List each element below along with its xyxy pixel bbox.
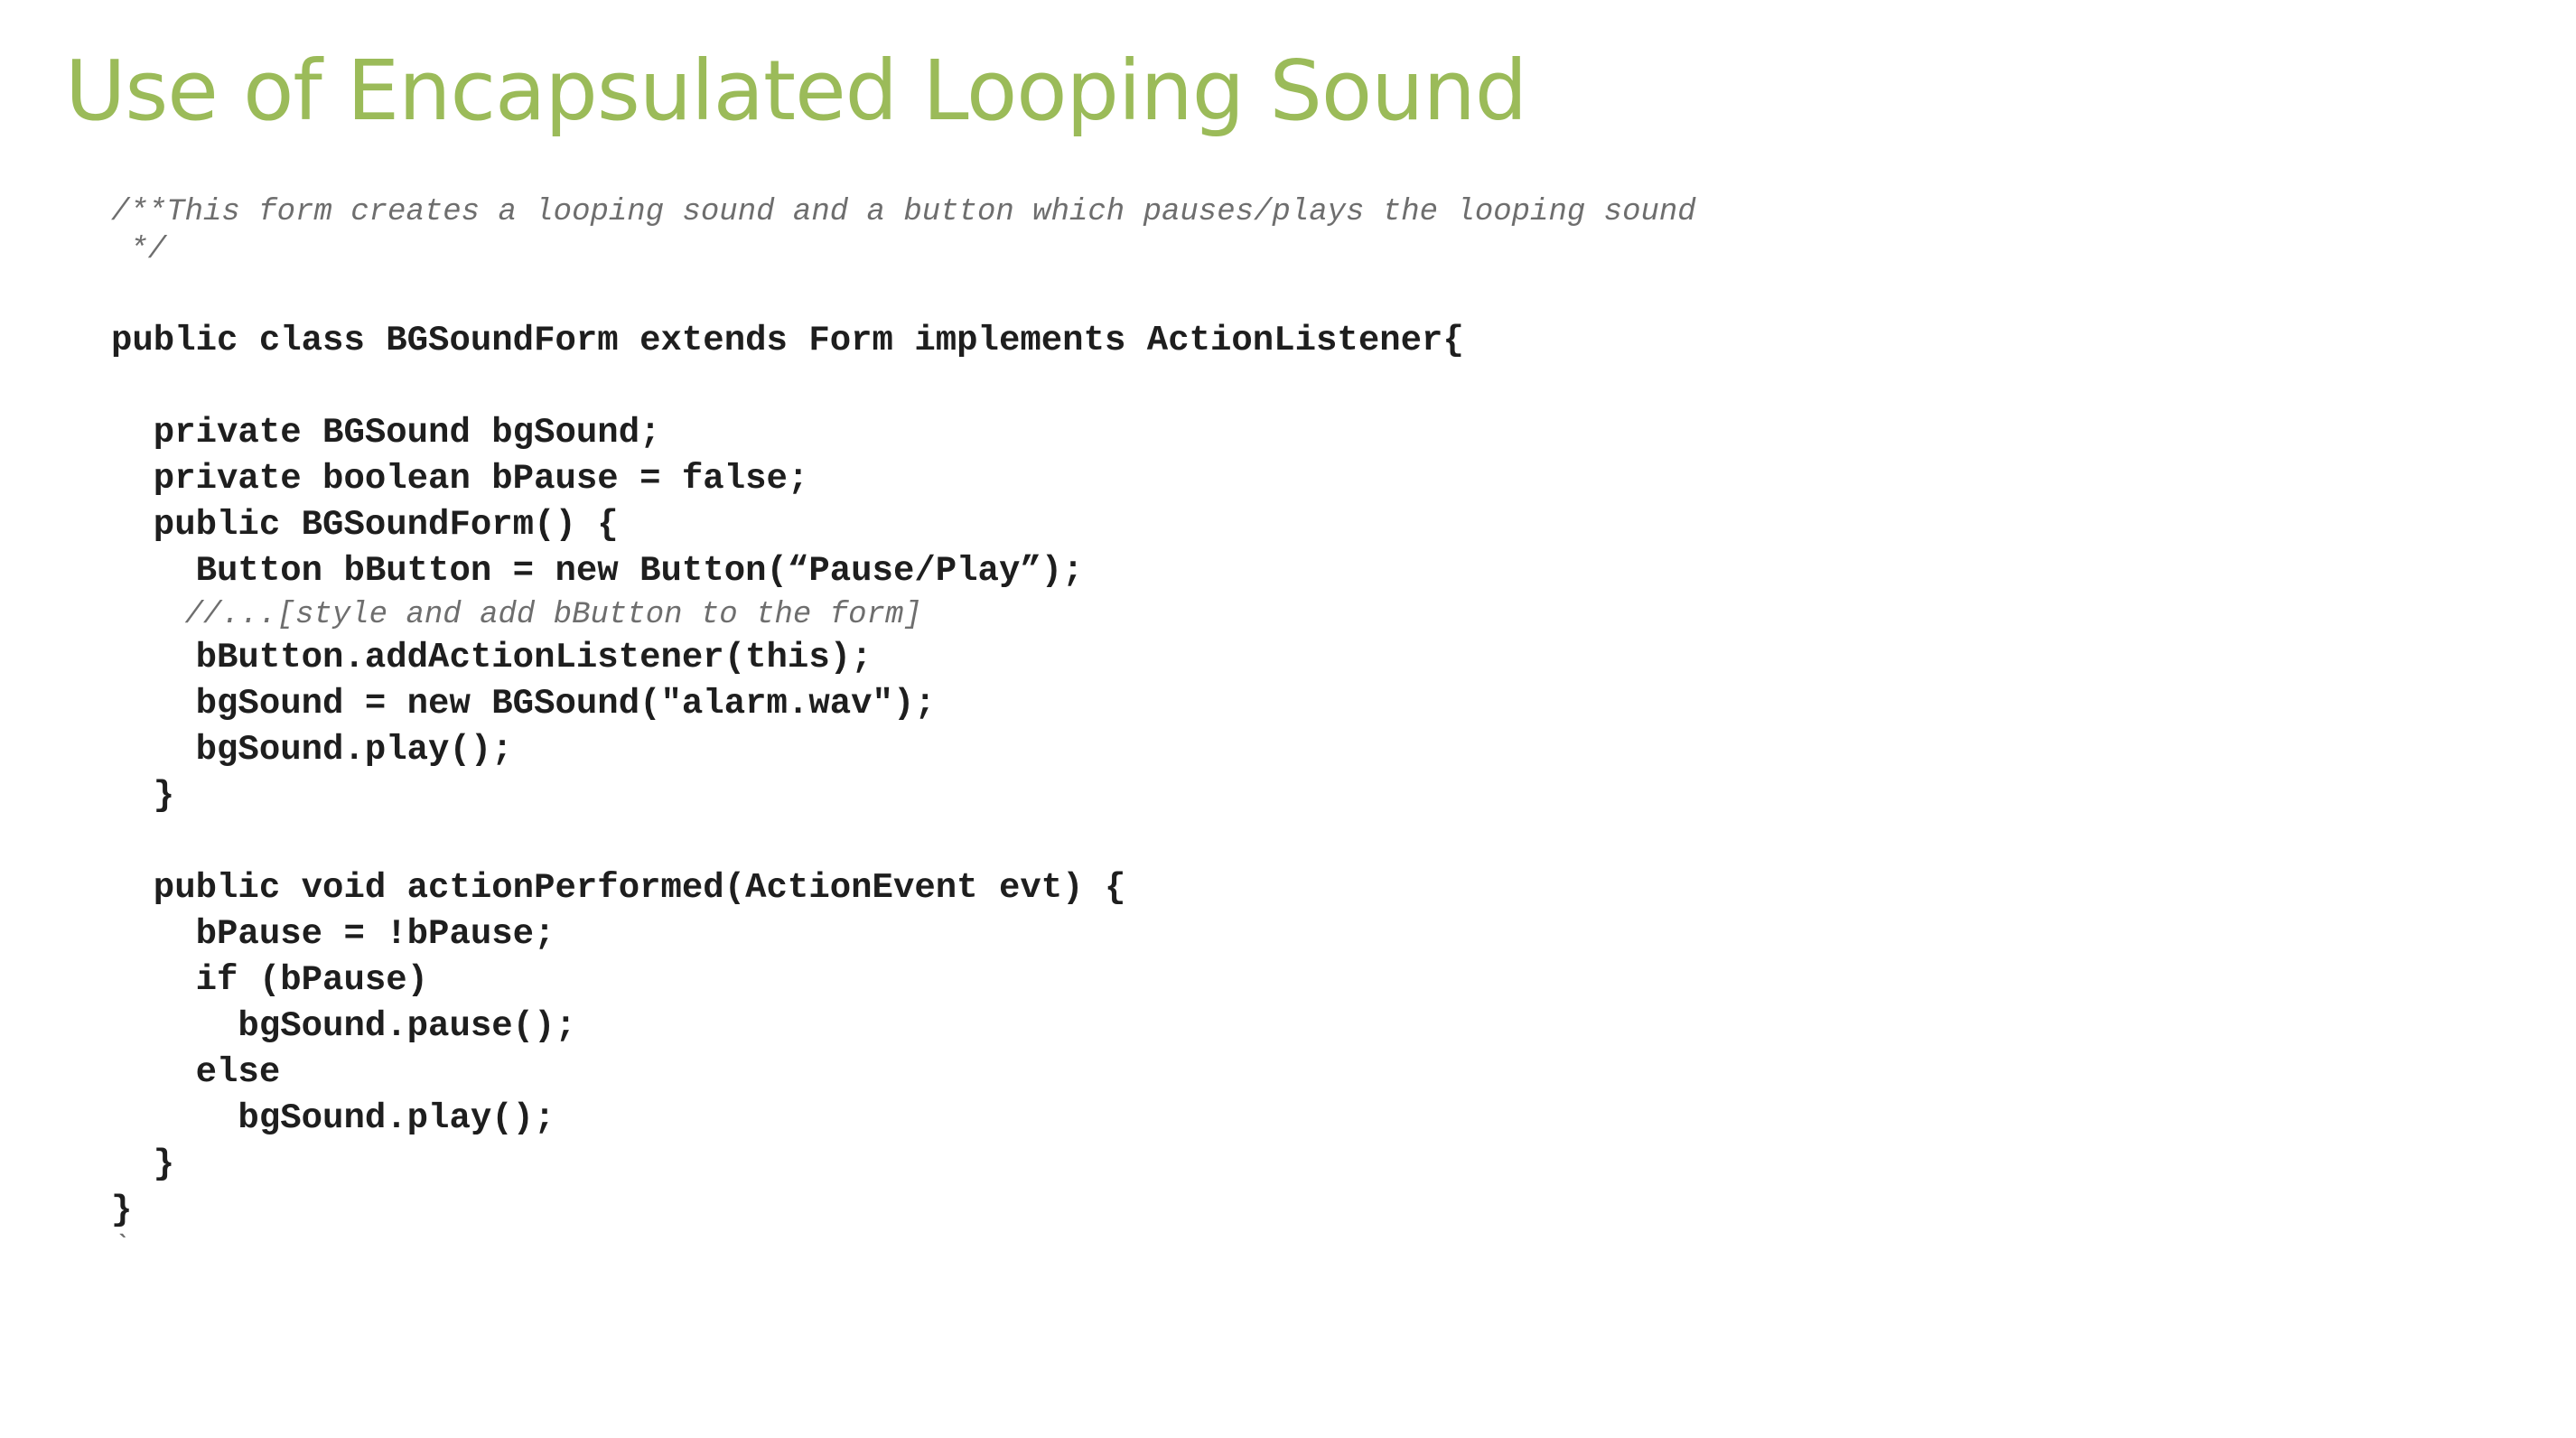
code-line: bgSound.pause(); xyxy=(111,1006,576,1046)
code-comment-line: /**This form creates a looping sound and… xyxy=(111,195,1696,229)
code-line: private boolean bPause = false; xyxy=(111,459,809,499)
code-line: } xyxy=(111,776,175,816)
code-line: } xyxy=(111,1144,175,1184)
code-line: bPause = !bPause; xyxy=(111,914,555,954)
code-line: if (bPause) xyxy=(111,960,429,1000)
code-line: Button bButton = new Button(“Pause/Play”… xyxy=(111,551,1084,591)
code-comment-line: */ xyxy=(111,233,167,267)
code-comment-line: //...[style and add bButton to the form] xyxy=(111,598,922,632)
code-line: public void actionPerformed(ActionEvent … xyxy=(111,868,1126,908)
code-line: bgSound.play(); xyxy=(111,1098,555,1138)
code-block: /**This form creates a looping sound and… xyxy=(111,0,2459,1438)
code-line: public class BGSoundForm extends Form im… xyxy=(111,321,1464,360)
code-line: } xyxy=(111,1191,133,1230)
code-line: else xyxy=(111,1052,281,1092)
code-line: bgSound.play(); xyxy=(111,730,513,770)
code-line: bButton.addActionListener(this); xyxy=(111,638,873,677)
code-line: bgSound = new BGSound("alarm.wav"); xyxy=(111,684,936,724)
code-line: public BGSoundForm() { xyxy=(111,505,619,545)
slide: Use of Encapsulated Looping Sound /**Thi… xyxy=(0,0,2576,1438)
code-line: private BGSound bgSound; xyxy=(111,413,661,453)
code-comment-line: ` xyxy=(111,1231,130,1265)
